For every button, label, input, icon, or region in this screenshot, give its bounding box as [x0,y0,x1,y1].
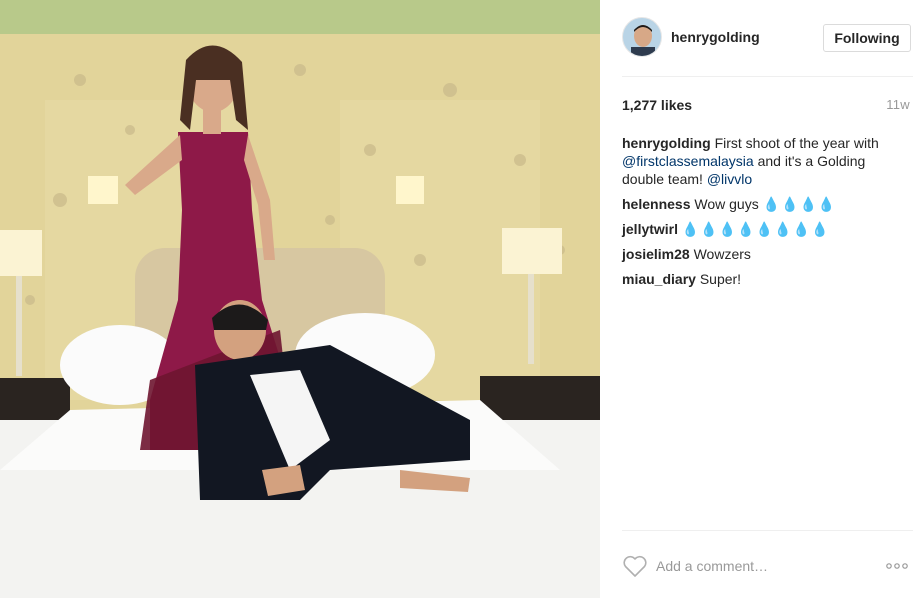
post-timestamp[interactable]: 11w [886,97,910,112]
caption-username[interactable]: henrygolding [622,135,711,151]
following-button[interactable]: Following [823,24,911,52]
header-divider [622,76,913,77]
comment-emoji: 💧💧💧💧 [762,196,837,212]
caption-mention-2[interactable]: @livvlo [707,171,752,187]
comment-item: jellytwirl 💧💧💧💧💧💧💧💧 [622,220,907,238]
comment-username[interactable]: josielim28 [622,246,690,262]
comments-list: henrygolding First shoot of the year wit… [622,134,907,295]
post-photo[interactable] [0,0,600,598]
comment-emoji: 💧💧💧💧💧💧💧💧 [681,221,830,237]
comment-text: Wow guys [694,196,759,212]
comment-item: miau_diary Super! [622,270,907,288]
comment-text: Super! [699,271,742,287]
comment-username[interactable]: helenness [622,196,690,212]
heart-outline-icon[interactable] [622,554,648,578]
avatar-image [623,18,661,56]
author-username[interactable]: henrygolding [671,29,760,45]
likes-row: 1,277 likes 11w [622,97,910,115]
caption-mention-1[interactable]: @firstclassemalaysia [622,153,754,169]
comment-username[interactable]: jellytwirl [622,221,678,237]
caption: henrygolding First shoot of the year wit… [622,134,907,188]
post-details-panel: henrygolding Following 1,277 likes 11w h… [600,0,913,601]
instagram-post-view: henrygolding Following 1,277 likes 11w h… [0,0,913,601]
comment-box-divider [622,530,913,531]
profile-avatar[interactable] [622,17,662,57]
caption-text-part1: First shoot of the year with [714,135,879,151]
likes-count[interactable]: 1,277 likes [622,97,692,113]
comment-text: Wowzers [693,246,751,262]
comment-item: josielim28 Wowzers [622,245,907,263]
comment-username[interactable]: miau_diary [622,271,696,287]
add-comment-input[interactable] [656,556,866,576]
post-header: henrygolding Following [600,0,913,76]
more-options-icon[interactable] [884,558,910,574]
comment-item: helenness Wow guys 💧💧💧💧 [622,195,907,213]
